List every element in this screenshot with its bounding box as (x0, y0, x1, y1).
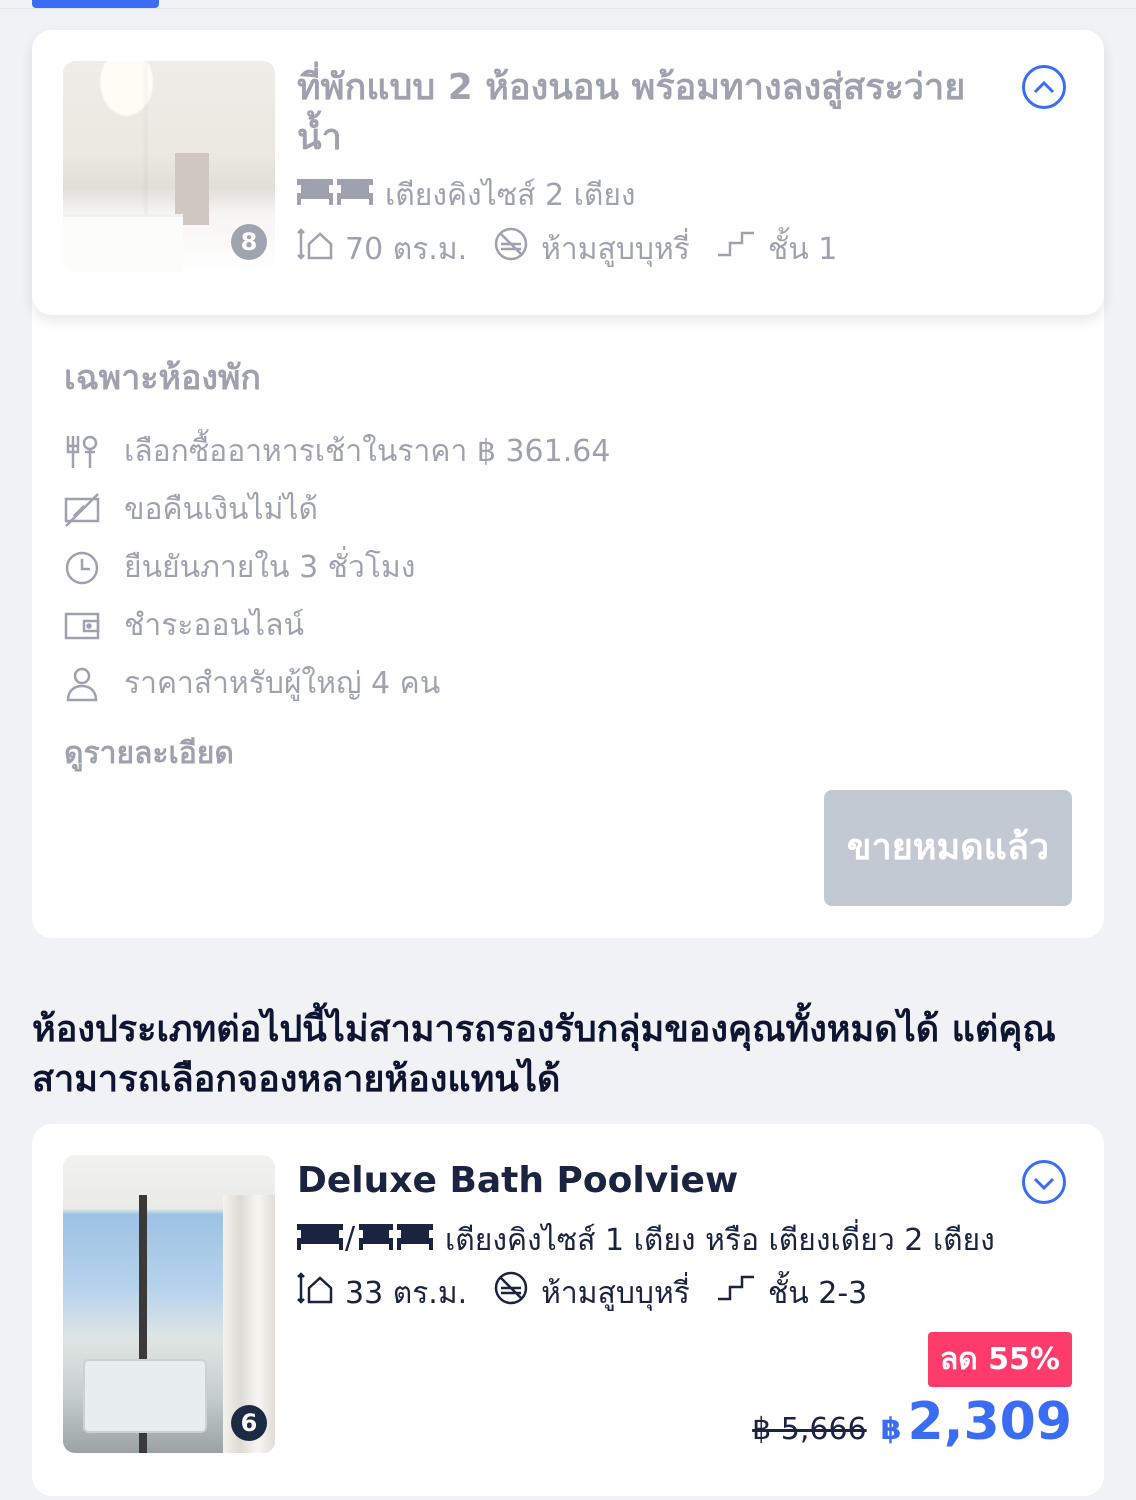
feature-text: ยืนยันภายใน 3 ชั่วโมง (124, 550, 416, 585)
group-capacity-notice: ห้องประเภทต่อไปนี้ไม่สามารถรองรับกลุ่มขอ… (32, 1009, 1056, 1100)
collapse-chevron-button[interactable] (1022, 65, 1066, 109)
feature-refund: ขอคืนเงินไม่ได้ (64, 486, 318, 533)
room-size-text: 33 ตร.ม. (345, 1275, 468, 1311)
stairs-icon (716, 1273, 756, 1314)
bed-info: เตียงคิงไซส์ 2 เตียง (297, 173, 636, 218)
bed-text: เตียงคิงไซส์ 2 เตียง (385, 177, 636, 213)
chevron-down-icon (1033, 1177, 1055, 1191)
photo-count-badge: 6 (231, 1405, 267, 1441)
currency-symbol: ฿ (880, 1412, 902, 1447)
floor-text: ชั้น 2-3 (767, 1275, 868, 1311)
discount-badge: ลด 55% (927, 1332, 1072, 1387)
room-title: ที่พักแบบ 2 ห้องนอน พร้อมทางลงสู่สระว่าย… (297, 67, 966, 158)
no-smoking-icon (493, 1270, 529, 1317)
room-attributes: 70 ตร.ม. ห้ามสูบบุหรี่ ชั้น 1 (297, 226, 837, 273)
wallet-icon (64, 608, 100, 644)
feature-text: ชำระออนไลน์ (124, 608, 304, 643)
room-size-icon (297, 226, 333, 273)
feature-breakfast: เลือกซื้ออาหารเช้าในราคา ฿ 361.64 (64, 428, 610, 475)
expand-chevron-button[interactable] (1022, 1160, 1066, 1204)
no-smoking-icon (493, 226, 529, 273)
person-icon (64, 666, 100, 702)
smoking-text: ห้ามสูบบุหรี่ (541, 231, 690, 267)
tab-bar (0, 0, 1136, 9)
chevron-up-icon (1033, 80, 1055, 94)
stairs-icon (716, 229, 756, 270)
room-size-icon (297, 1270, 333, 1317)
feature-text: เลือกซื้ออาหารเช้าในราคา ฿ 361.64 (124, 434, 611, 469)
price-row: ฿ 5,666 ฿ 2,309 (752, 1392, 1072, 1452)
photo-count-badge: 8 (231, 224, 267, 260)
feature-confirm: ยืนยันภายใน 3 ชั่วโมง (64, 544, 415, 591)
room-card-deluxe-bath-poolview[interactable]: 6 Deluxe Bath Poolview / เตียงคิงไซส์ 1 … (32, 1124, 1104, 1496)
room-photo[interactable]: 6 (63, 1155, 275, 1453)
offer-title: เฉพาะห้องพัก (64, 358, 261, 398)
room-header[interactable]: 8 ที่พักแบบ 2 ห้องนอน พร้อมทางลงสู่สระว่… (32, 30, 1104, 315)
bed-text: เตียงคิงไซส์ 1 เตียง หรือ เตียงเดี่ยว 2 … (445, 1222, 995, 1258)
view-details-link[interactable]: ดูรายละเอียด (64, 730, 234, 777)
original-price: ฿ 5,666 (752, 1412, 867, 1447)
bed-options-icon: / (297, 1218, 433, 1263)
bed-icon (297, 173, 373, 218)
room-photo[interactable]: 8 (63, 61, 275, 272)
clock-icon (64, 550, 100, 586)
feature-occupancy: ราคาสำหรับผู้ใหญ่ 4 คน (64, 660, 440, 707)
utensils-icon (64, 434, 100, 470)
sold-out-button[interactable]: ขายหมดแล้ว (824, 790, 1072, 906)
bed-info: / เตียงคิงไซส์ 1 เตียง หรือ เตียงเดี่ยว … (297, 1218, 995, 1263)
floor-text: ชั้น 1 (767, 231, 838, 267)
svg-text:/: / (345, 1221, 356, 1252)
room-attributes: 33 ตร.ม. ห้ามสูบบุหรี่ ชั้น 2-3 (297, 1270, 867, 1317)
room-size-text: 70 ตร.ม. (345, 231, 468, 267)
smoking-text: ห้ามสูบบุหรี่ (541, 1275, 690, 1311)
active-tab-indicator (32, 0, 159, 8)
current-price: 2,309 (907, 1392, 1072, 1452)
feature-payment: ชำระออนไลน์ (64, 602, 304, 649)
feature-text: ขอคืนเงินไม่ได้ (124, 492, 318, 527)
room-card-two-bedroom: 8 ที่พักแบบ 2 ห้องนอน พร้อมทางลงสู่สระว่… (32, 30, 1104, 938)
no-refund-icon (64, 492, 100, 528)
feature-text: ราคาสำหรับผู้ใหญ่ 4 คน (124, 666, 441, 701)
room-title: Deluxe Bath Poolview (297, 1160, 739, 1201)
